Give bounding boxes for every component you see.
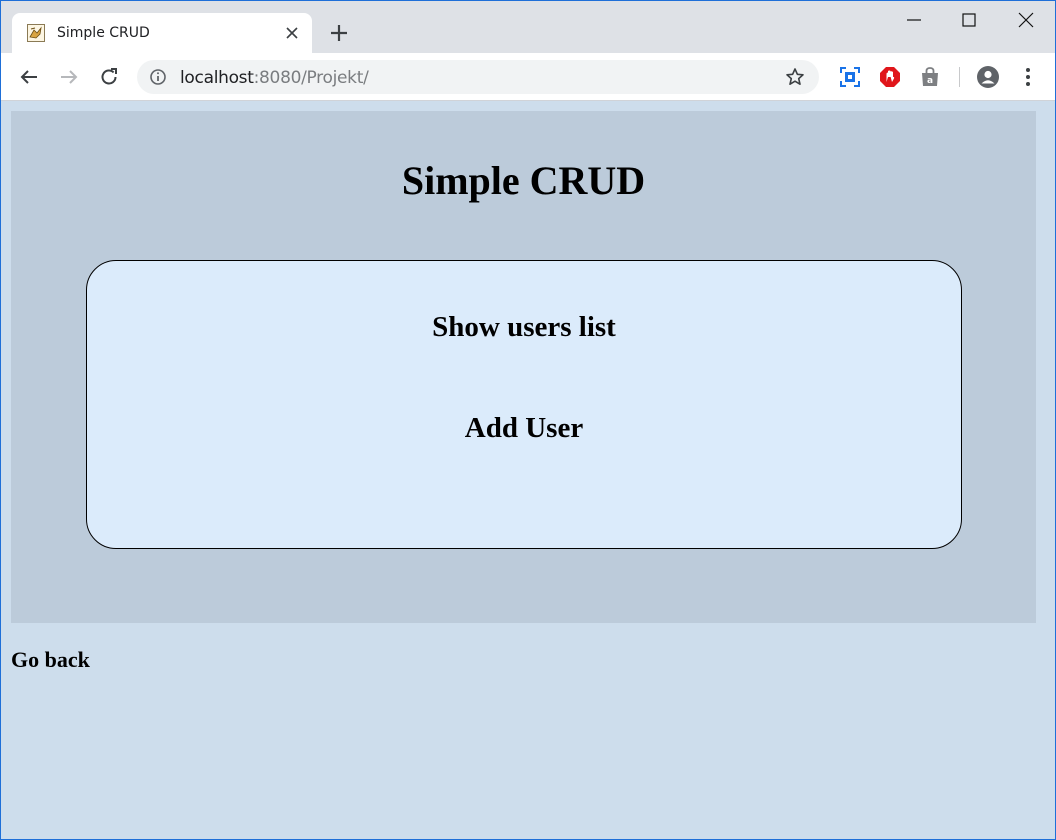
tab-strip: Simple CRUD xyxy=(1,1,1055,53)
show-users-list-link[interactable]: Show users list xyxy=(432,311,616,343)
tomcat-favicon-icon xyxy=(27,24,45,42)
tab-title: Simple CRUD xyxy=(57,25,150,41)
minimize-icon[interactable] xyxy=(891,5,937,35)
new-tab-plus-icon[interactable] xyxy=(327,21,351,45)
menu-box: Show users list Add User xyxy=(86,260,962,549)
menu-item-row: Show users list xyxy=(87,311,961,344)
adblock-icon[interactable] xyxy=(878,65,902,89)
page-title: Simple CRUD xyxy=(401,158,646,203)
bookmark-star-icon[interactable] xyxy=(785,67,805,87)
go-back-link[interactable]: Go back xyxy=(11,647,90,673)
tab-simple-crud[interactable]: Simple CRUD xyxy=(12,13,312,53)
close-window-icon[interactable] xyxy=(1003,5,1049,35)
toolbar-divider xyxy=(959,67,960,87)
url-text: localhost:8080/Projekt/ xyxy=(180,68,369,88)
header-panel: Simple CRUD Show users list Add User xyxy=(11,111,1036,623)
back-arrow-icon[interactable] xyxy=(17,65,41,89)
url-path: :8080/Projekt/ xyxy=(253,68,369,88)
profile-avatar-icon[interactable] xyxy=(976,65,1000,89)
browser-window: Simple CRUD localhost:8080/Projekt/ a Si… xyxy=(0,0,1056,840)
address-bar[interactable]: localhost:8080/Projekt/ xyxy=(137,60,819,94)
reload-icon[interactable] xyxy=(97,65,121,89)
add-user-link[interactable]: Add User xyxy=(465,412,583,444)
page-viewport: Simple CRUD Show users list Add User Go … xyxy=(1,101,1055,839)
screen-capture-icon[interactable] xyxy=(838,65,862,89)
shopping-bag-icon[interactable]: a xyxy=(918,65,942,89)
menu-item-row: Add User xyxy=(87,412,961,445)
url-host: localhost xyxy=(180,68,254,88)
menu-dots-icon[interactable] xyxy=(1016,65,1040,89)
svg-text:a: a xyxy=(927,76,933,86)
site-info-icon[interactable] xyxy=(149,68,167,86)
tab-close-icon[interactable] xyxy=(282,23,302,43)
maximize-icon[interactable] xyxy=(946,5,992,35)
forward-arrow-icon[interactable] xyxy=(57,65,81,89)
browser-toolbar: localhost:8080/Projekt/ a xyxy=(1,53,1055,101)
